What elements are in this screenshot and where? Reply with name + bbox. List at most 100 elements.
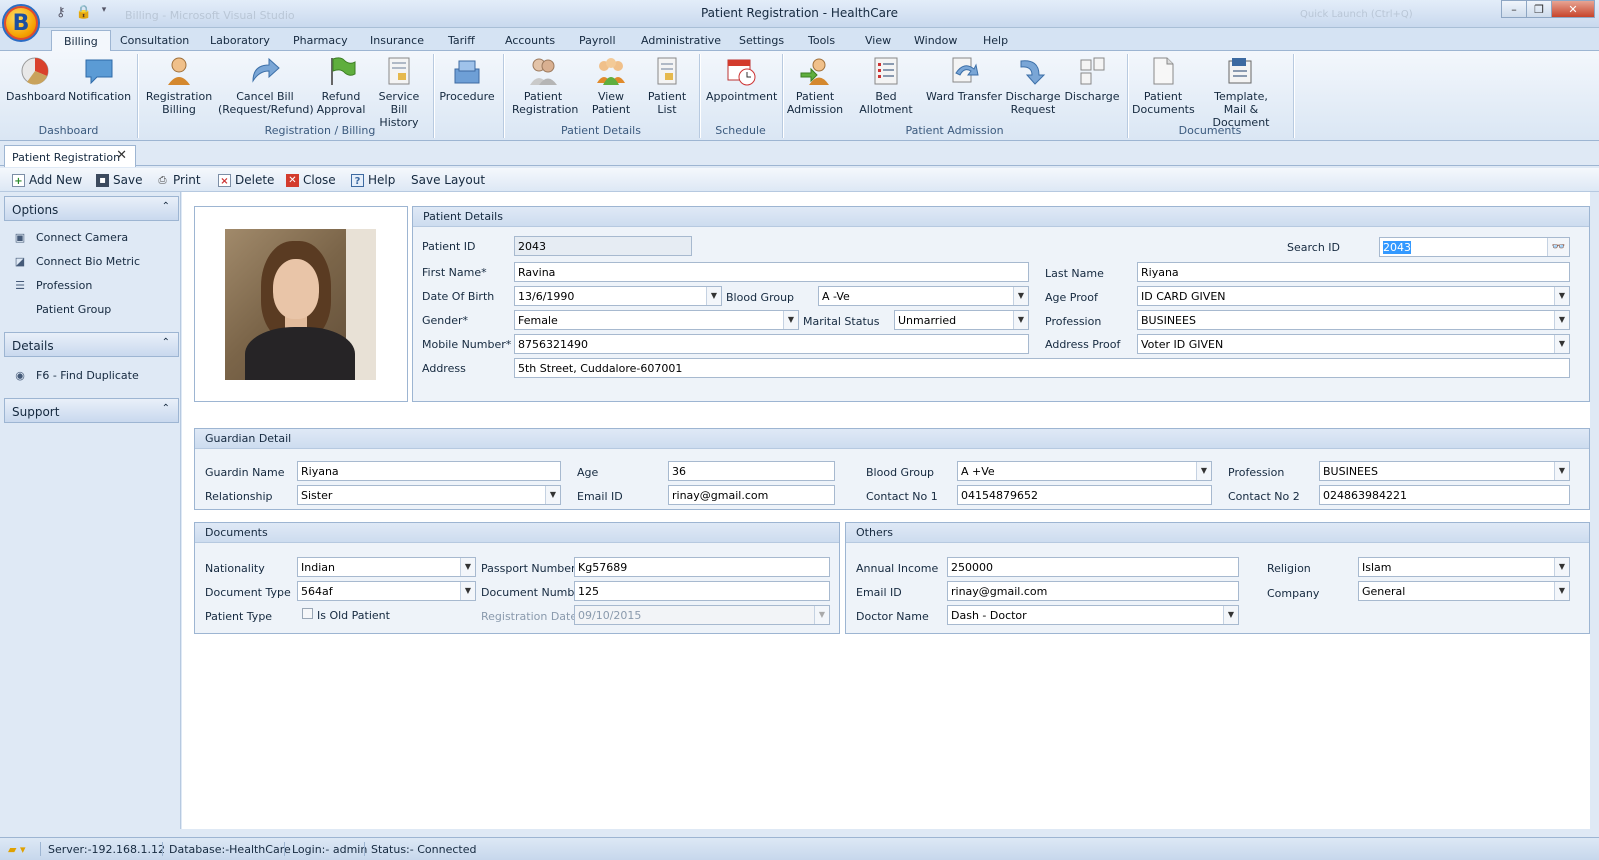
discharge-request-button[interactable]: Discharge Request <box>1004 55 1062 116</box>
guardian-profession-select[interactable]: BUSINEES ▼ <box>1319 461 1570 481</box>
chevron-down-icon[interactable]: ▼ <box>545 486 560 504</box>
restore-button[interactable]: ❐ <box>1526 0 1552 18</box>
binoculars-icon[interactable]: 👓 <box>1547 238 1569 256</box>
chevron-down-icon[interactable]: ▼ <box>1196 462 1211 480</box>
find-duplicate-item[interactable]: ◉ F6 - Find Duplicate <box>12 369 139 382</box>
chevron-down-icon[interactable]: ▼ <box>1554 335 1569 353</box>
contact-no-1-field[interactable]: 04154879652 <box>957 485 1212 505</box>
chevron-down-icon[interactable]: ▼ <box>1554 311 1569 329</box>
chevron-down-icon[interactable]: ▼ <box>1554 287 1569 305</box>
patient-photo[interactable] <box>225 229 376 380</box>
is-old-patient-checkbox[interactable] <box>302 608 313 619</box>
patient-id-field[interactable]: 2043 <box>514 236 692 256</box>
close-icon[interactable]: ✕ <box>116 148 127 163</box>
connect-camera-item[interactable]: ▣ Connect Camera <box>12 231 128 244</box>
nationality-select[interactable]: Indian ▼ <box>297 557 476 577</box>
tab-help[interactable]: Help <box>983 34 1008 47</box>
discharge-button[interactable]: Discharge <box>1064 55 1120 103</box>
passport-number-field[interactable]: Kg57689 <box>574 557 830 577</box>
marital-status-select[interactable]: Unmarried ▼ <box>894 310 1029 330</box>
appointment-button[interactable]: Appointment <box>706 55 777 103</box>
address-field[interactable]: 5th Street, Cuddalore-607001 <box>514 358 1570 378</box>
service-bill-history-button[interactable]: Service Bill History <box>370 55 428 129</box>
others-email-field[interactable]: rinay@gmail.com <box>947 581 1239 601</box>
tab-laboratory[interactable]: Laboratory <box>210 34 270 47</box>
guardian-blood-group-select[interactable]: A +Ve ▼ <box>957 461 1212 481</box>
tab-insurance[interactable]: Insurance <box>370 34 424 47</box>
chevron-down-icon[interactable]: ▼ <box>460 582 475 600</box>
tab-payroll[interactable]: Payroll <box>579 34 616 47</box>
patient-list-button[interactable]: Patient List <box>646 55 688 116</box>
tab-pharmacy[interactable]: Pharmacy <box>293 34 348 47</box>
application-menu-button[interactable]: B <box>2 4 40 42</box>
date-of-birth-picker[interactable]: 13/6/1990 ▼ <box>514 286 722 306</box>
document-number-field[interactable]: 125 <box>574 581 830 601</box>
tab-administrative[interactable]: Administrative <box>641 34 721 47</box>
tab-patient-registration[interactable]: Patient Registration ✕ <box>4 145 136 167</box>
registration-billing-button[interactable]: Registration Billing <box>144 55 214 116</box>
company-select[interactable]: General ▼ <box>1358 581 1570 601</box>
contact-no-2-field[interactable]: 024863984221 <box>1319 485 1570 505</box>
save-layout-button[interactable]: Save Layout <box>411 173 485 187</box>
guardian-name-field[interactable]: Riyana <box>297 461 561 481</box>
support-header[interactable]: Support ⌃ <box>4 398 179 423</box>
chevron-down-icon[interactable]: ▼ <box>1013 311 1028 329</box>
religion-select[interactable]: Islam ▼ <box>1358 557 1570 577</box>
profession-item[interactable]: ☰ Profession <box>12 279 92 292</box>
help-button[interactable]: ? Help <box>351 173 395 187</box>
search-id-input[interactable]: 2043 👓 <box>1379 237 1570 257</box>
last-name-field[interactable]: Riyana <box>1137 262 1570 282</box>
guardian-age-field[interactable]: 36 <box>668 461 835 481</box>
print-button[interactable]: ⎙ Print <box>156 173 201 187</box>
chevron-down-icon[interactable]: ▼ <box>1554 582 1569 600</box>
chevron-down-icon[interactable]: ▼ <box>706 287 721 305</box>
tab-settings[interactable]: Settings <box>739 34 784 47</box>
profession-select[interactable]: BUSINEES ▼ <box>1137 310 1570 330</box>
patient-group-item[interactable]: Patient Group <box>36 303 111 316</box>
document-type-select[interactable]: 564af ▼ <box>297 581 476 601</box>
add-new-button[interactable]: + Add New <box>12 173 82 187</box>
annual-income-field[interactable]: 250000 <box>947 557 1239 577</box>
patient-registration-button[interactable]: Patient Registration <box>512 55 578 116</box>
mobile-number-field[interactable]: 8756321490 <box>514 334 1029 354</box>
tab-tools[interactable]: Tools <box>808 34 835 47</box>
chevron-down-icon[interactable]: ▼ <box>1554 558 1569 576</box>
chevron-down-icon[interactable]: ▼ <box>783 311 798 329</box>
connect-bio-metric-item[interactable]: ◪ Connect Bio Metric <box>12 255 140 268</box>
tab-accounts[interactable]: Accounts <box>505 34 555 47</box>
patient-documents-button[interactable]: Patient Documents <box>1132 55 1195 116</box>
close-button[interactable]: ✕ Close <box>286 173 336 187</box>
guardian-email-field[interactable]: rinay@gmail.com <box>668 485 835 505</box>
ward-transfer-button[interactable]: Ward Transfer <box>926 55 1002 103</box>
details-header[interactable]: Details ⌃ <box>4 332 179 357</box>
dashboard-button[interactable]: Dashboard <box>6 55 66 103</box>
first-name-field[interactable]: Ravina <box>514 262 1029 282</box>
delete-button[interactable]: × Delete <box>218 173 274 187</box>
options-header[interactable]: Options ⌃ <box>4 196 179 221</box>
chevron-down-icon[interactable]: ▼ <box>1013 287 1028 305</box>
chevron-down-icon[interactable]: ▼ <box>460 558 475 576</box>
patient-admission-button[interactable]: Patient Admission <box>786 55 844 116</box>
minimize-button[interactable]: – <box>1501 0 1527 18</box>
status-menu-icon[interactable]: ▰ ▾ <box>8 843 25 856</box>
notification-button[interactable]: Notification <box>68 55 131 103</box>
gender-select[interactable]: Female ▼ <box>514 310 799 330</box>
save-button[interactable]: ▪ Save <box>96 173 142 187</box>
blood-group-select[interactable]: A -Ve ▼ <box>818 286 1029 306</box>
close-window-button[interactable]: ✕ <box>1551 0 1595 18</box>
registration-date-picker[interactable]: 09/10/2015 ▼ <box>574 605 830 625</box>
chevron-down-icon[interactable]: ▼ <box>814 606 829 624</box>
tab-window[interactable]: Window <box>914 34 957 47</box>
cancel-bill-button[interactable]: Cancel Bill (Request/Refund) <box>218 55 314 116</box>
tab-tariff[interactable]: Tariff <box>448 34 475 47</box>
chevron-down-icon[interactable]: ▼ <box>1554 462 1569 480</box>
template-mail-document-button[interactable]: Template, Mail & Document <box>1196 55 1286 129</box>
chevron-down-icon[interactable]: ▼ <box>1223 606 1238 624</box>
doctor-name-select[interactable]: Dash - Doctor ▼ <box>947 605 1239 625</box>
relationship-select[interactable]: Sister ▼ <box>297 485 561 505</box>
tab-consultation[interactable]: Consultation <box>120 34 189 47</box>
view-patient-button[interactable]: View Patient <box>578 55 644 116</box>
tab-billing[interactable]: Billing <box>51 30 111 52</box>
tab-view[interactable]: View <box>865 34 891 47</box>
bed-allotment-button[interactable]: Bed Allotment <box>848 55 924 116</box>
